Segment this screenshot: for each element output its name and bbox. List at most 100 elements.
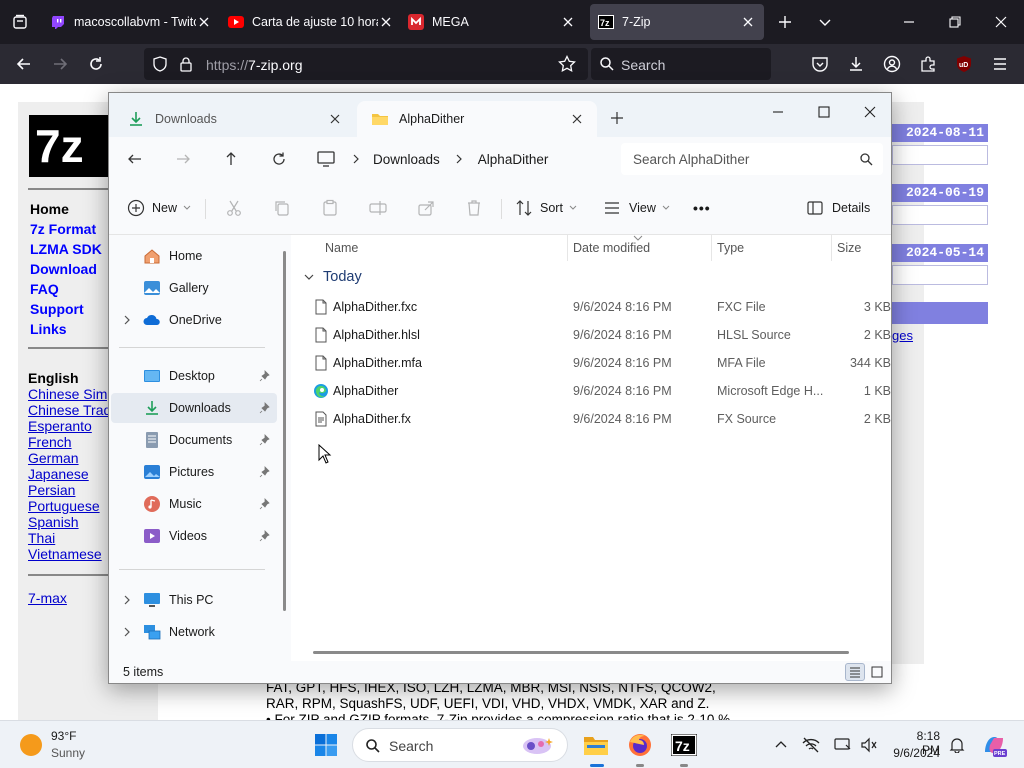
sort-button[interactable]: Sort: [515, 195, 577, 221]
forward-button[interactable]: [173, 149, 193, 169]
delete-button[interactable]: [465, 195, 483, 221]
bookmark-star-icon[interactable]: [558, 55, 576, 73]
volume-status[interactable]: [860, 736, 878, 754]
details-pane-button[interactable]: Details: [807, 195, 870, 221]
cut-button[interactable]: [225, 195, 243, 221]
nav-videos[interactable]: Videos: [111, 521, 277, 551]
taskbar-7zip[interactable]: 7z: [668, 729, 700, 767]
breadcrumb[interactable]: Downloads AlphaDither: [315, 143, 611, 175]
new-tab-button[interactable]: [772, 8, 798, 36]
browser-search-box[interactable]: Search: [591, 48, 771, 80]
nav-link-links[interactable]: Links: [30, 321, 67, 337]
rename-button[interactable]: [369, 195, 387, 221]
shield-icon[interactable]: [152, 56, 168, 72]
ublock-button[interactable]: uD: [952, 52, 976, 76]
column-separator[interactable]: [831, 235, 832, 261]
downloads-button[interactable]: [844, 52, 868, 76]
start-button[interactable]: [310, 729, 342, 761]
file-row[interactable]: AlphaDither.hlsl 9/6/2024 8:16 PM HLSL S…: [293, 321, 891, 349]
pin-icon[interactable]: [259, 498, 271, 510]
display-status[interactable]: [834, 736, 852, 754]
browser-tab-youtube[interactable]: Carta de ajuste 10 horas: [228, 4, 402, 40]
file-row[interactable]: AlphaDither 9/6/2024 8:16 PM Microsoft E…: [293, 377, 891, 405]
sun-icon[interactable]: [20, 734, 42, 756]
copy-button[interactable]: [273, 195, 291, 221]
nav-this-pc[interactable]: This PC: [111, 585, 277, 615]
forward-button[interactable]: [48, 52, 72, 76]
extensions-button[interactable]: [916, 52, 940, 76]
close-tab-icon[interactable]: [560, 14, 576, 30]
pin-icon[interactable]: [259, 370, 271, 382]
nav-scrollbar[interactable]: [283, 251, 286, 611]
nav-link-support[interactable]: Support: [30, 301, 84, 317]
horizontal-scrollbar[interactable]: [313, 651, 849, 654]
nav-link-download[interactable]: Download: [30, 261, 97, 277]
nav-link-7z-format[interactable]: 7z Format: [30, 221, 96, 237]
nav-network[interactable]: Network: [111, 617, 277, 647]
paste-button[interactable]: [321, 195, 339, 221]
refresh-button[interactable]: [269, 149, 289, 169]
pin-icon[interactable]: [259, 434, 271, 446]
tab-overview-button[interactable]: [8, 10, 32, 34]
chevron-right-icon[interactable]: [121, 314, 133, 326]
back-button[interactable]: [12, 52, 36, 76]
view-button[interactable]: View: [603, 195, 670, 221]
nav-home[interactable]: Home: [111, 241, 277, 271]
url-text[interactable]: https://7-zip.org: [206, 57, 303, 73]
pocket-button[interactable]: [808, 52, 832, 76]
language-link[interactable]: Japanese: [28, 466, 89, 482]
show-hidden-icons-button[interactable]: [772, 736, 790, 754]
language-link[interactable]: Persian: [28, 482, 75, 498]
column-header-name[interactable]: Name: [325, 241, 358, 255]
close-tab-icon[interactable]: [740, 14, 756, 30]
column-separator[interactable]: [711, 235, 712, 261]
language-link[interactable]: Esperanto: [28, 418, 92, 434]
nav-onedrive[interactable]: OneDrive: [111, 305, 277, 335]
language-link[interactable]: Chinese Trad.: [28, 402, 115, 418]
explorer-tab-downloads[interactable]: Downloads: [113, 101, 355, 137]
language-link[interactable]: French: [28, 434, 72, 450]
taskbar-firefox[interactable]: [624, 729, 656, 767]
clock-date[interactable]: 9/6/2024: [886, 746, 940, 760]
taskbar-file-explorer[interactable]: [580, 729, 612, 767]
file-row[interactable]: AlphaDither.mfa 9/6/2024 8:16 PM MFA Fil…: [293, 349, 891, 377]
nav-link-lzma-sdk[interactable]: LZMA SDK: [30, 241, 102, 257]
nav-documents[interactable]: Documents: [111, 425, 277, 455]
copilot-button[interactable]: PRE: [978, 729, 1010, 761]
nav-desktop[interactable]: Desktop: [111, 361, 277, 391]
back-button[interactable]: [125, 149, 145, 169]
lock-icon[interactable]: [178, 56, 194, 72]
file-row[interactable]: AlphaDither.fx 9/6/2024 8:16 PM FX Sourc…: [293, 405, 891, 433]
up-button[interactable]: [221, 149, 241, 169]
nav-link-faq[interactable]: FAQ: [30, 281, 59, 297]
notifications-button[interactable]: [948, 736, 966, 754]
chevron-right-icon[interactable]: [351, 154, 361, 164]
pin-icon[interactable]: [259, 402, 271, 414]
browser-tab-twitch[interactable]: macoscollabvm - Twitch: [50, 4, 220, 40]
pin-icon[interactable]: [259, 466, 271, 478]
column-header-date[interactable]: Date modified: [573, 241, 650, 255]
list-all-tabs-button[interactable]: [812, 8, 838, 36]
minimize-button[interactable]: [896, 8, 922, 36]
group-header-today[interactable]: Today: [303, 269, 362, 285]
7zip-logo[interactable]: 7z: [29, 115, 109, 177]
taskbar-search-box[interactable]: Search: [352, 728, 568, 762]
explorer-minimize-button[interactable]: [755, 97, 801, 127]
restore-button[interactable]: [942, 8, 968, 36]
breadcrumb-item[interactable]: Downloads: [373, 152, 440, 167]
url-bar[interactable]: https://7-zip.org: [144, 48, 588, 80]
nav-music[interactable]: Music: [111, 489, 277, 519]
pin-icon[interactable]: [259, 530, 271, 542]
close-tab-icon[interactable]: [196, 14, 212, 30]
network-status[interactable]: [802, 736, 820, 754]
explorer-tab-alphadither[interactable]: AlphaDither: [357, 101, 597, 137]
new-button[interactable]: New: [127, 195, 191, 221]
explorer-close-button[interactable]: [847, 97, 893, 127]
column-separator[interactable]: [567, 235, 568, 261]
nav-link-home[interactable]: Home: [30, 201, 69, 217]
new-explorer-tab-button[interactable]: [597, 103, 637, 133]
language-link[interactable]: Vietnamese: [28, 546, 102, 562]
language-link[interactable]: Chinese Simp.: [28, 386, 119, 402]
pages-link[interactable]: ges: [892, 328, 913, 343]
breadcrumb-item[interactable]: AlphaDither: [478, 152, 549, 167]
